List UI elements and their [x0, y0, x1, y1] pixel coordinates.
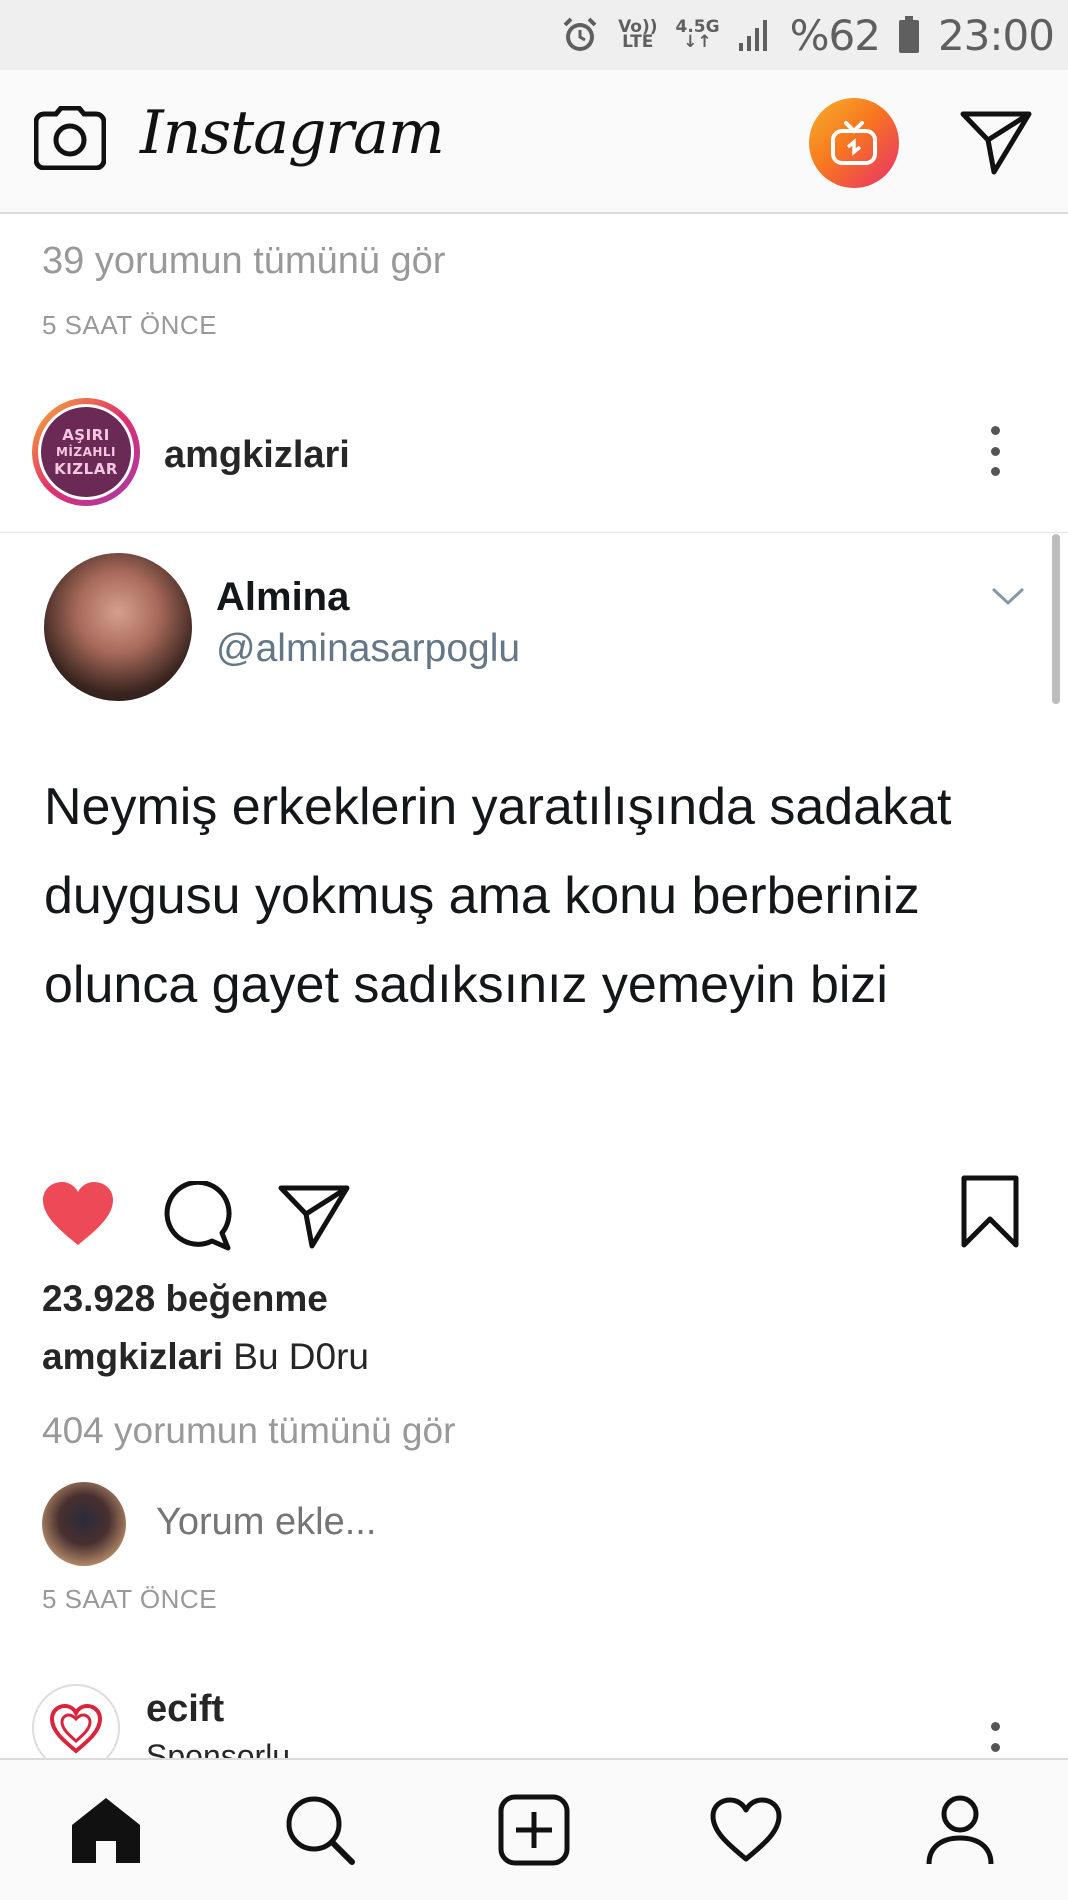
battery-percent: %62: [789, 10, 881, 60]
clock: 23:00: [937, 10, 1055, 60]
caption-text: Bu D0ru: [233, 1336, 369, 1377]
tweet-avatar: [44, 553, 192, 701]
post-header: AŞIRI MİZAHLI KIZLAR amgkizlari: [0, 382, 1068, 533]
signal-icon: [738, 17, 772, 53]
avatar[interactable]: [32, 1684, 120, 1758]
sponsored-label: Sponsorlu: [146, 1738, 291, 1758]
caption-username[interactable]: amgkizlari: [42, 1336, 223, 1377]
scrollbar[interactable]: [1052, 534, 1060, 704]
battery-icon: [898, 16, 920, 54]
more-options-icon[interactable]: [980, 1722, 1010, 1758]
avatar-logo: AŞIRI MİZAHLI KIZLAR: [41, 407, 131, 497]
like-count[interactable]: 23.928 beğenme: [42, 1278, 328, 1320]
add-comment-row: [42, 1482, 1042, 1568]
post-actions: [0, 1154, 1068, 1254]
avatar[interactable]: AŞIRI MİZAHLI KIZLAR: [32, 398, 140, 506]
view-all-comments-link[interactable]: 404 yorumun tümünü gör: [42, 1410, 455, 1452]
search-icon[interactable]: [280, 1790, 360, 1870]
post-header: ecift Sponsorlu: [0, 1684, 1068, 1758]
tweet-text: Neymiş erkeklerin yaratılışında sadakat …: [44, 778, 952, 1014]
instagram-logo: Instagram: [140, 98, 445, 168]
share-icon[interactable]: [276, 1178, 352, 1254]
post-timestamp: 5 SAAT ÖNCE: [42, 1584, 218, 1614]
post-username[interactable]: amgkizlari: [164, 434, 350, 477]
activity-heart-icon[interactable]: [706, 1790, 786, 1870]
comment-input[interactable]: [154, 1500, 758, 1545]
post-username[interactable]: ecift: [146, 1688, 224, 1731]
igtv-icon[interactable]: [809, 98, 899, 188]
post-caption: amgkizlari Bu D0ru: [42, 1336, 369, 1378]
direct-icon[interactable]: [958, 104, 1034, 180]
tweet-author-name: Almina: [216, 575, 350, 619]
view-all-comments-link[interactable]: 39 yorumun tümünü gör: [42, 240, 445, 283]
avatar: [42, 1482, 126, 1566]
add-post-icon[interactable]: [494, 1790, 574, 1870]
alarm-icon: [560, 15, 600, 55]
post-timestamp: 5 SAAT ÖNCE: [42, 310, 218, 340]
feed[interactable]: 39 yorumun tümünü gör 5 SAAT ÖNCE AŞIRI …: [0, 214, 1068, 1758]
tweet-author-handle: @alminasarpoglu: [216, 627, 521, 670]
top-app-bar: Instagram: [0, 70, 1068, 214]
home-icon[interactable]: [66, 1790, 146, 1870]
status-bar: Vo)) LTE 4.5G ↓↑ %62 23:00: [0, 0, 1068, 70]
comment-icon[interactable]: [158, 1178, 234, 1254]
more-options-icon[interactable]: [980, 426, 1010, 476]
bottom-navigation: [0, 1758, 1068, 1900]
post-image[interactable]: Almina @alminasarpoglu Neymiş erkeklerin…: [0, 533, 1068, 1148]
volte-indicator: Vo)) LTE: [618, 17, 658, 52]
camera-icon[interactable]: [32, 100, 108, 176]
like-heart-icon[interactable]: [38, 1178, 118, 1250]
chevron-down-icon: [990, 585, 1026, 612]
network-indicator: 4.5G ↓↑: [675, 17, 720, 52]
bookmark-icon[interactable]: [952, 1172, 1028, 1252]
profile-icon[interactable]: [920, 1790, 1000, 1870]
